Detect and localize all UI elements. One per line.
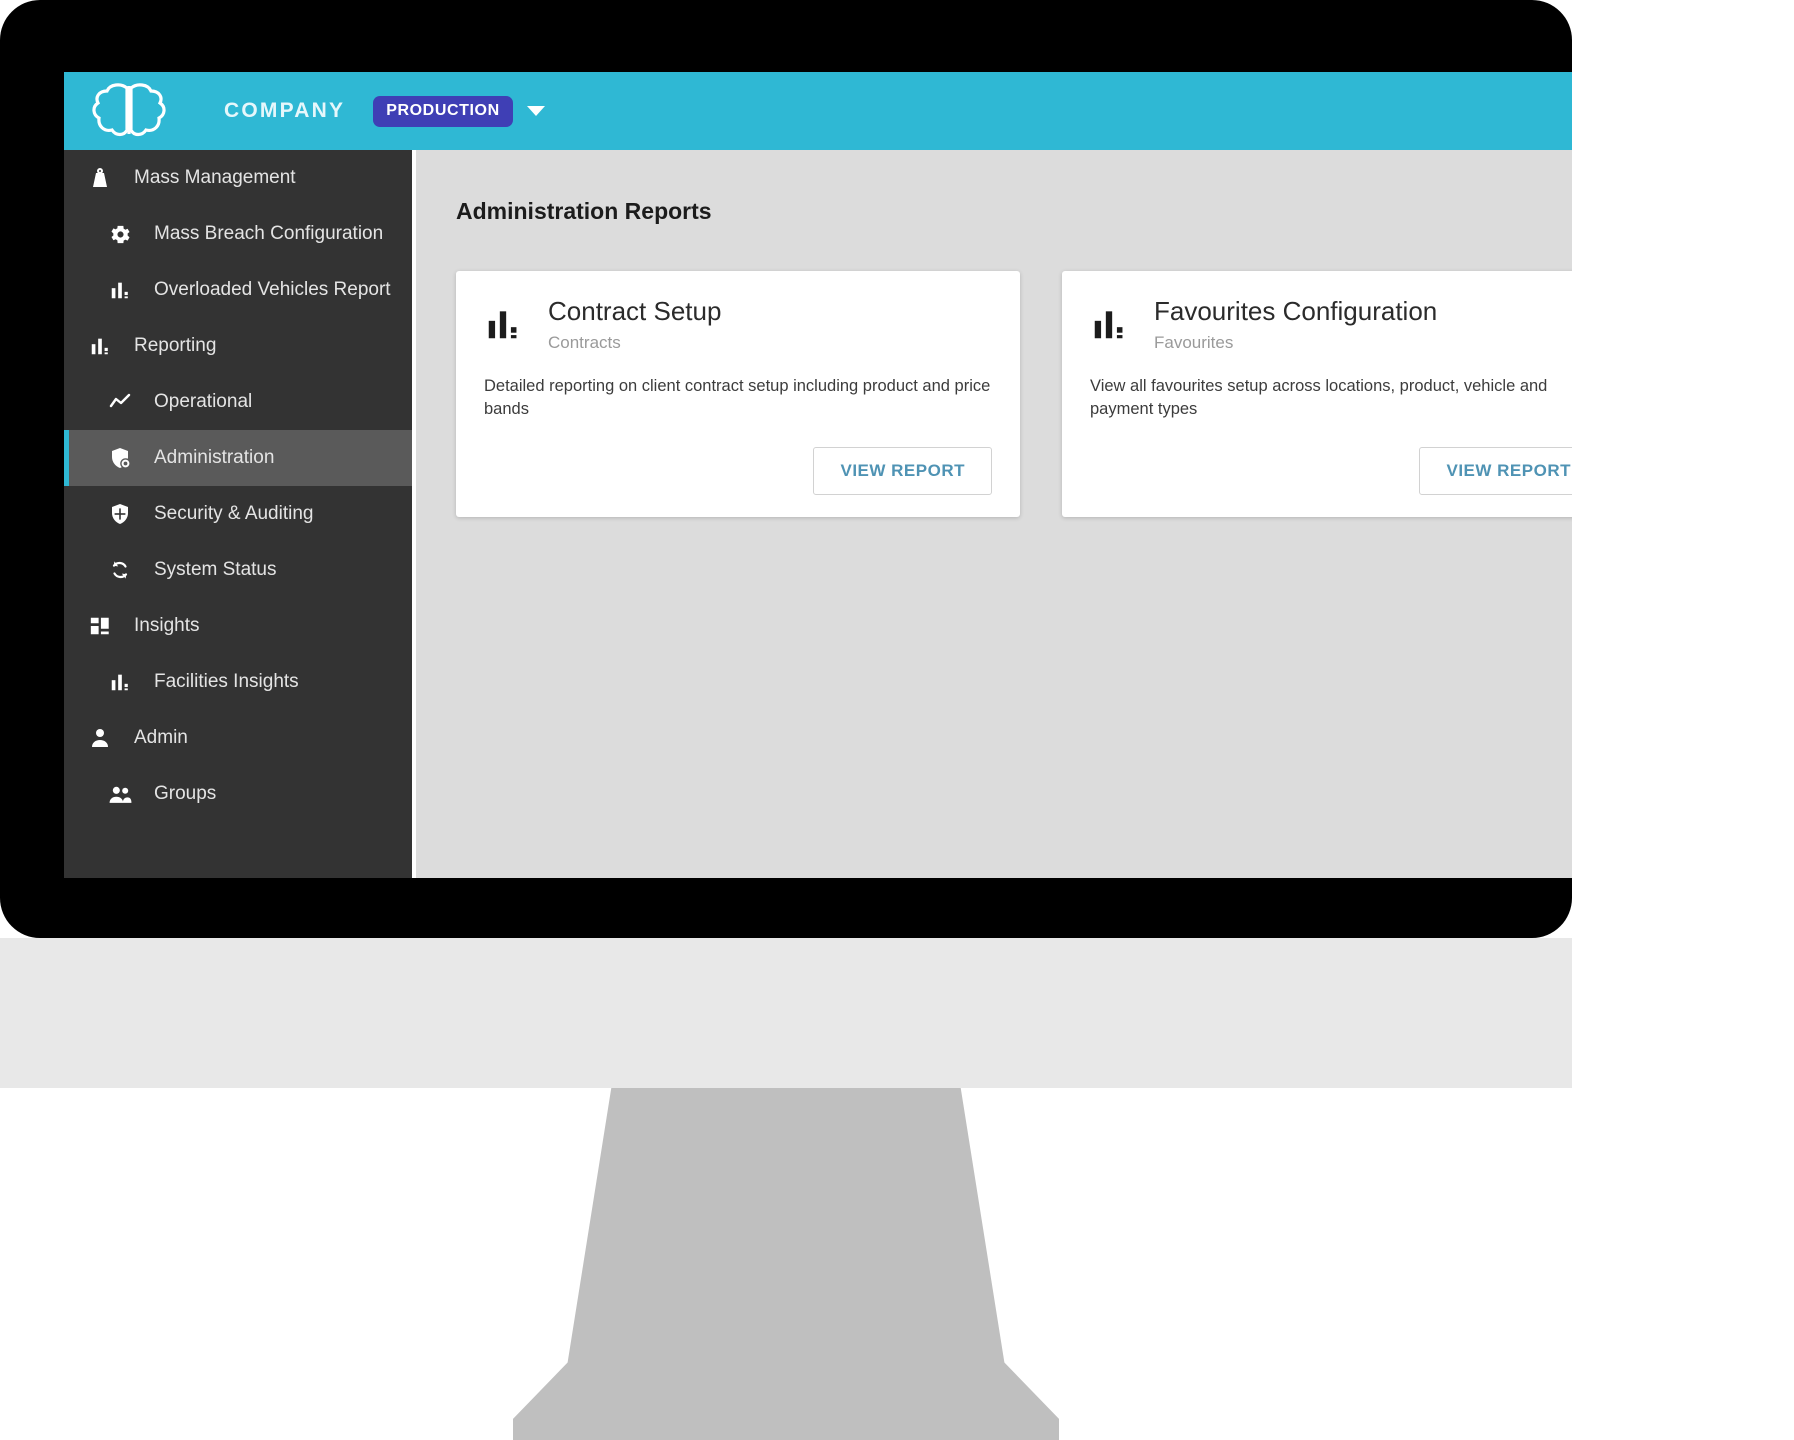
report-card-contract-setup[interactable]: Contract Setup Contracts Detailed report… xyxy=(456,271,1020,518)
report-card-list: Contract Setup Contracts Detailed report… xyxy=(456,271,1572,518)
sidebar-item-label: Operational xyxy=(154,391,253,412)
card-description: Detailed reporting on client contract se… xyxy=(484,376,991,418)
brain-logo-icon[interactable] xyxy=(86,80,172,142)
weight-icon xyxy=(86,164,114,192)
card-description: View all favourites setup across locatio… xyxy=(1090,376,1548,418)
company-name: COMPANY xyxy=(224,99,346,122)
sidebar-item-label: Security & Auditing xyxy=(154,503,314,524)
card-header: Contract Setup Contracts xyxy=(484,296,992,353)
sidebar-item-administration[interactable]: Administration xyxy=(64,430,412,486)
card-title: Contract Setup xyxy=(548,296,722,326)
sidebar-item-reporting[interactable]: Reporting xyxy=(64,318,412,374)
view-report-button[interactable]: VIEW REPORT xyxy=(1419,447,1572,496)
bar-chart-icon xyxy=(106,276,134,304)
page-title: Administration Reports xyxy=(456,198,712,224)
sidebar-navigation[interactable]: Mass Management Mass Breach Configuratio… xyxy=(64,150,412,878)
sidebar-item-label: Mass Management xyxy=(134,167,296,188)
sidebar-item-label: Groups xyxy=(154,783,217,804)
main-content-area: Administration Reports Contract Setup Co… xyxy=(412,150,1572,878)
sidebar-item-label: System Status xyxy=(154,559,277,580)
top-navigation-bar: COMPANY PRODUCTION xyxy=(64,72,1572,150)
bar-chart-icon xyxy=(86,332,114,360)
bar-chart-icon xyxy=(106,668,134,696)
bar-chart-icon xyxy=(1090,305,1132,348)
environment-badge[interactable]: PRODUCTION xyxy=(373,95,513,127)
gear-icon xyxy=(106,220,134,248)
card-title-block: Favourites Configuration Favourites xyxy=(1154,296,1438,353)
card-subtitle: Favourites xyxy=(1154,332,1234,352)
sidebar-item-facilities-insights[interactable]: Facilities Insights xyxy=(64,654,412,710)
monitor-base xyxy=(0,938,1572,1088)
report-card-favourites-configuration[interactable]: Favourites Configuration Favourites View… xyxy=(1062,271,1572,518)
view-report-button[interactable]: VIEW REPORT xyxy=(813,447,992,496)
card-header: Favourites Configuration Favourites xyxy=(1090,296,1572,353)
card-subtitle: Contracts xyxy=(548,332,621,352)
trend-line-icon xyxy=(106,388,134,416)
sidebar-item-label: Administration xyxy=(154,447,275,468)
sidebar-item-insights[interactable]: Insights xyxy=(64,598,412,654)
sidebar-item-security-auditing[interactable]: Security & Auditing xyxy=(64,486,412,542)
sidebar-item-label: Insights xyxy=(134,615,200,636)
sidebar-item-label: Mass Breach Configuration xyxy=(154,223,384,244)
sidebar-item-admin[interactable]: Admin xyxy=(64,710,412,766)
chevron-down-icon[interactable] xyxy=(526,106,545,116)
card-actions: VIEW REPORT xyxy=(1090,447,1572,496)
sidebar-item-system-status[interactable]: System Status xyxy=(64,542,412,598)
sidebar-item-operational[interactable]: Operational xyxy=(64,374,412,430)
person-icon xyxy=(86,724,114,752)
shield-icon xyxy=(106,500,134,528)
sidebar-item-mass-management[interactable]: Mass Management xyxy=(64,150,412,206)
sidebar-item-mass-breach-configuration[interactable]: Mass Breach Configuration xyxy=(64,206,412,262)
sidebar-item-overloaded-vehicles-report[interactable]: Overloaded Vehicles Report xyxy=(64,262,412,318)
shield-admin-icon xyxy=(106,444,134,472)
refresh-icon xyxy=(106,556,134,584)
sidebar-item-label: Facilities Insights xyxy=(154,671,299,692)
dashboard-grid-icon xyxy=(86,612,114,640)
sidebar-item-label: Reporting xyxy=(134,335,217,356)
bar-chart-icon xyxy=(484,305,526,348)
monitor-stand xyxy=(513,1088,1059,1440)
card-title-block: Contract Setup Contracts xyxy=(548,296,722,353)
card-title: Favourites Configuration xyxy=(1154,296,1438,326)
sidebar-item-label: Admin xyxy=(134,727,188,748)
sidebar-item-groups[interactable]: Groups xyxy=(64,766,412,822)
people-icon xyxy=(106,780,134,808)
sidebar-item-label: Overloaded Vehicles Report xyxy=(154,279,391,300)
application-screen: COMPANY PRODUCTION Mass Management Mass … xyxy=(64,72,1572,878)
card-actions: VIEW REPORT xyxy=(484,447,992,496)
